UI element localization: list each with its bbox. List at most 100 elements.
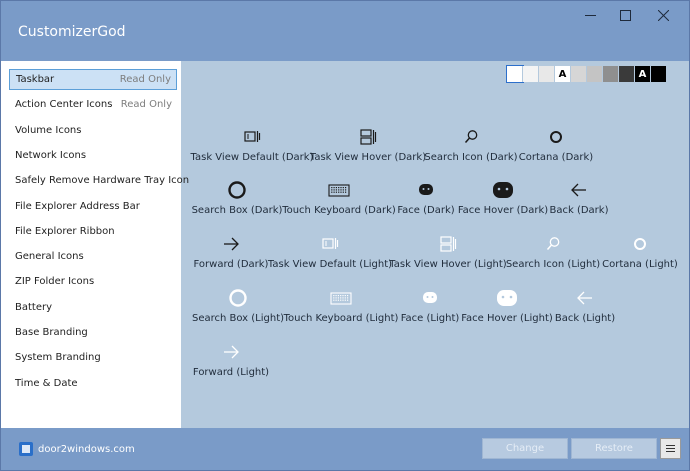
icon-label: Search Box (Dark) [191,205,283,216]
icon-tile[interactable]: Task View Hover (Light) [388,231,508,275]
close-button[interactable] [648,4,678,26]
restore-button[interactable]: Restore [571,438,657,459]
brand-text: door2windows.com [38,443,135,455]
minimize-button[interactable] [575,4,605,26]
menu-button[interactable] [660,438,681,459]
icon-label: Task View Hover (Dark) [309,152,427,163]
icon-preview [221,339,241,365]
task-view-hover-icon [360,129,377,145]
sidebar-item[interactable]: System Branding [9,347,177,368]
color-swatch[interactable] [603,66,619,82]
color-swatch[interactable]: A [635,66,651,82]
icon-tile[interactable]: Task View Hover (Dark) [308,124,428,168]
icon-preview [226,177,248,203]
icon-label: Forward (Dark) [193,259,269,270]
sidebar-item[interactable]: Time & Date [9,373,177,394]
sidebar-item[interactable]: Taskbar Read Only [9,69,177,90]
icon-tile[interactable]: Task View Default (Dark) [190,124,314,168]
search-icon [546,237,560,250]
app-title: CustomizerGod [18,24,126,40]
sidebar-item[interactable]: Volume Icons [9,120,177,141]
icon-preview [242,124,262,150]
keyboard-icon [328,184,350,197]
maximize-button[interactable] [610,4,640,26]
sidebar-item-label: Volume Icons [15,124,82,136]
search-box-icon [229,289,247,307]
sidebar-item-label: General Icons [15,251,84,263]
sidebar-item-label: ZIP Folder Icons [15,276,95,288]
icon-tile[interactable]: Cortana (Light) [580,231,690,275]
task-view-icon [322,238,339,249]
hamburger-icon [666,445,675,452]
maximize-icon [619,9,631,21]
icon-preview [358,124,378,150]
icon-label: Task View Default (Dark) [190,152,314,163]
sidebar-item[interactable]: ZIP Folder Icons [9,271,177,292]
icon-tile[interactable]: Forward (Light) [171,339,291,383]
sidebar-item[interactable]: Action Center Icons Read Only [9,94,177,115]
icon-label: Forward (Light) [192,367,270,378]
icon-label: Search Box (Light) [191,313,285,324]
icon-preview [438,231,458,257]
sidebar-item[interactable]: File Explorer Ribbon [9,221,177,242]
color-swatch[interactable] [539,66,555,82]
color-swatch[interactable] [619,66,635,82]
forward-arrow-icon [224,345,239,359]
forward-arrow-icon [224,237,239,251]
color-swatch[interactable] [587,66,603,82]
icon-tile[interactable]: Task View Default (Light) [267,231,393,275]
color-swatch[interactable] [523,66,539,82]
face-icon [423,292,437,303]
sidebar-item-label: System Branding [15,352,101,364]
color-swatch-bar: AA [506,65,667,83]
back-arrow-icon [571,183,586,197]
icon-label: Cortana (Light) [602,259,678,270]
close-icon [657,9,669,21]
color-swatch[interactable] [506,65,524,83]
door2windows-logo-icon [19,442,33,456]
icon-label: Task View Default (Light) [267,259,393,270]
brand-link[interactable]: door2windows.com [18,441,135,457]
icon-preview [490,177,516,203]
sidebar-item[interactable]: File Explorer Address Bar [9,196,177,217]
color-swatch[interactable]: A [555,66,571,82]
sidebar-item[interactable]: Base Branding [9,322,177,343]
icon-preview [320,231,340,257]
sidebar-item[interactable]: General Icons [9,246,177,267]
sidebar-item[interactable]: Battery [9,297,177,318]
icon-tile[interactable]: Search Box (Light) [178,285,298,329]
icon-label: Back (Light) [554,313,616,324]
icon-label: Back (Dark) [549,205,609,216]
face-hover-icon [497,290,517,306]
search-icon [464,130,478,143]
back-arrow-icon [577,291,592,305]
icon-label: Cortana (Dark) [518,152,594,163]
app-window: CustomizerGod Taskbar Read Only Action Cen… [0,0,690,471]
sidebar-item-label: Network Icons [15,149,87,161]
icon-preview [420,285,440,311]
icon-preview [546,124,566,150]
change-button[interactable]: Change [482,438,568,459]
sidebar-item[interactable]: Safely Remove Hardware Tray Icon [9,170,189,191]
sidebar-item[interactable]: Network Icons [9,145,177,166]
icon-tile[interactable]: Back (Light) [525,285,645,329]
icon-preview [227,285,249,311]
icon-preview [494,285,520,311]
icon-preview [461,124,481,150]
color-swatch[interactable] [651,66,667,82]
search-box-icon [228,181,246,199]
cortana-icon [634,238,646,250]
icon-tile[interactable]: Cortana (Dark) [496,124,616,168]
sidebar-item-label: Time & Date [15,377,78,389]
icon-preview [329,285,353,311]
title-bar[interactable]: CustomizerGod [1,1,689,61]
color-swatch[interactable] [571,66,587,82]
icon-preview [221,231,241,257]
icon-preview [416,177,436,203]
category-sidebar: Taskbar Read Only Action Center Icons Read … [1,61,189,428]
sidebar-item-badge: Read Only [120,99,172,111]
swatch-letter: A [558,68,567,80]
keyboard-icon [330,292,352,305]
icon-tile[interactable]: Back (Dark) [519,177,639,221]
sidebar-item-label: Base Branding [15,327,88,338]
